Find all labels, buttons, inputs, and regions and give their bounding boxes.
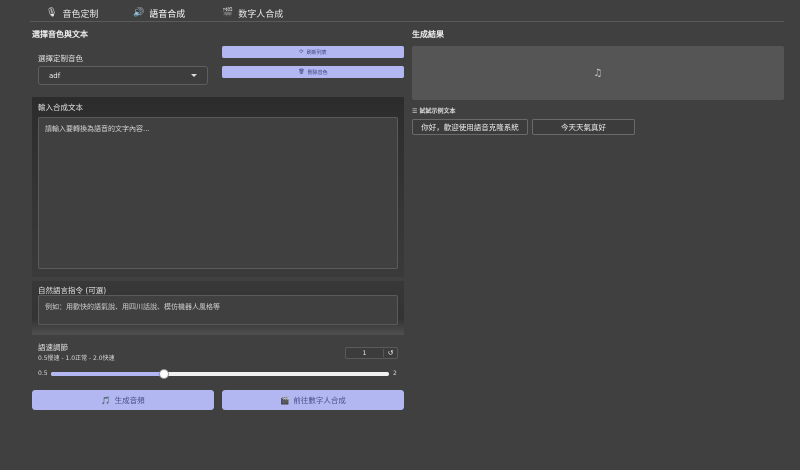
clapperboard-icon: 🎬: [222, 8, 234, 18]
trash-icon: 🗑: [298, 69, 305, 75]
speed-min-label: 0.5: [38, 370, 48, 377]
speaker-icon: 🔊: [133, 8, 145, 18]
sample-text-button[interactable]: 你好，歡迎使用語音克隆系統: [412, 119, 528, 135]
section-title-select: 選擇音色與文本: [32, 30, 88, 39]
sample-text-label: ☰ 試試示例文本: [412, 108, 456, 115]
refresh-list-label: 刷新列表: [306, 49, 327, 56]
voice-dropdown-value: adf: [49, 71, 61, 80]
speed-max-label: 2: [393, 370, 397, 377]
sample-text-label-1: 今天天氣真好: [561, 122, 606, 132]
music-note-icon: 🎵: [101, 395, 111, 405]
tab-bar: 🎙 音色定制 🔊 語音合成 🎬 数字人合成: [0, 0, 800, 22]
tab-label: 語音合成: [149, 9, 186, 20]
speed-slider-thumb[interactable]: [158, 369, 169, 379]
microphone-icon: 🎙: [46, 8, 58, 18]
goto-digital-human-button[interactable]: 🎬 前往數字人合成: [222, 390, 404, 410]
clapperboard-icon: 🎬: [280, 395, 290, 405]
synthesis-text-input[interactable]: 請輸入要轉換為語音的文字內容...: [38, 117, 398, 269]
instruction-input[interactable]: 例如：用歡快的語氣說、用四川話說、模仿機器人風格等: [38, 295, 398, 325]
refresh-list-button[interactable]: ⟳ 刷新列表: [222, 46, 404, 58]
synthesis-text-placeholder: 請輸入要轉換為語音的文字內容...: [45, 125, 150, 133]
sample-text-button[interactable]: 今天天氣真好: [532, 119, 635, 135]
speed-label: 語速調節: [38, 343, 68, 352]
tab-voice-custom[interactable]: 🎙 音色定制: [46, 6, 98, 20]
delete-voice-label: 刪除音色: [307, 69, 328, 76]
generate-audio-button[interactable]: 🎵 生成音頻: [32, 390, 214, 410]
tab-divider: [30, 21, 784, 22]
speed-hint: 0.5慢速 - 1.0正常 - 2.0快速: [38, 355, 115, 362]
instruction-placeholder: 例如：用歡快的語氣說、用四川話說、模仿機器人風格等: [45, 303, 220, 311]
speed-number-input[interactable]: 1 ↺: [345, 347, 398, 359]
tab-label: 音色定制: [62, 9, 99, 20]
generate-audio-label: 生成音頻: [114, 395, 145, 405]
speed-slider-fill: [51, 372, 164, 376]
reset-icon[interactable]: ↺: [383, 349, 397, 357]
text-input-label: 輸入合成文本: [38, 103, 83, 112]
voice-dropdown[interactable]: adf: [38, 66, 208, 85]
refresh-icon: ⟳: [299, 49, 304, 55]
speed-value: 1: [362, 349, 367, 357]
audio-output: ♫: [412, 46, 784, 100]
section-title-result: 生成結果: [412, 30, 444, 39]
tab-digital-human[interactable]: 🎬 数字人合成: [222, 6, 283, 20]
tab-speech-synthesis[interactable]: 🔊 語音合成: [133, 6, 185, 20]
delete-voice-button[interactable]: 🗑 刪除音色: [222, 66, 404, 78]
goto-digital-human-label: 前往數字人合成: [293, 395, 346, 405]
chevron-down-icon: [191, 74, 197, 77]
sample-text-label-0: 你好，歡迎使用語音克隆系統: [421, 122, 519, 132]
voice-select-label: 選擇定制音色: [38, 54, 83, 63]
music-note-icon: ♫: [593, 67, 603, 79]
tab-label: 数字人合成: [238, 9, 284, 20]
